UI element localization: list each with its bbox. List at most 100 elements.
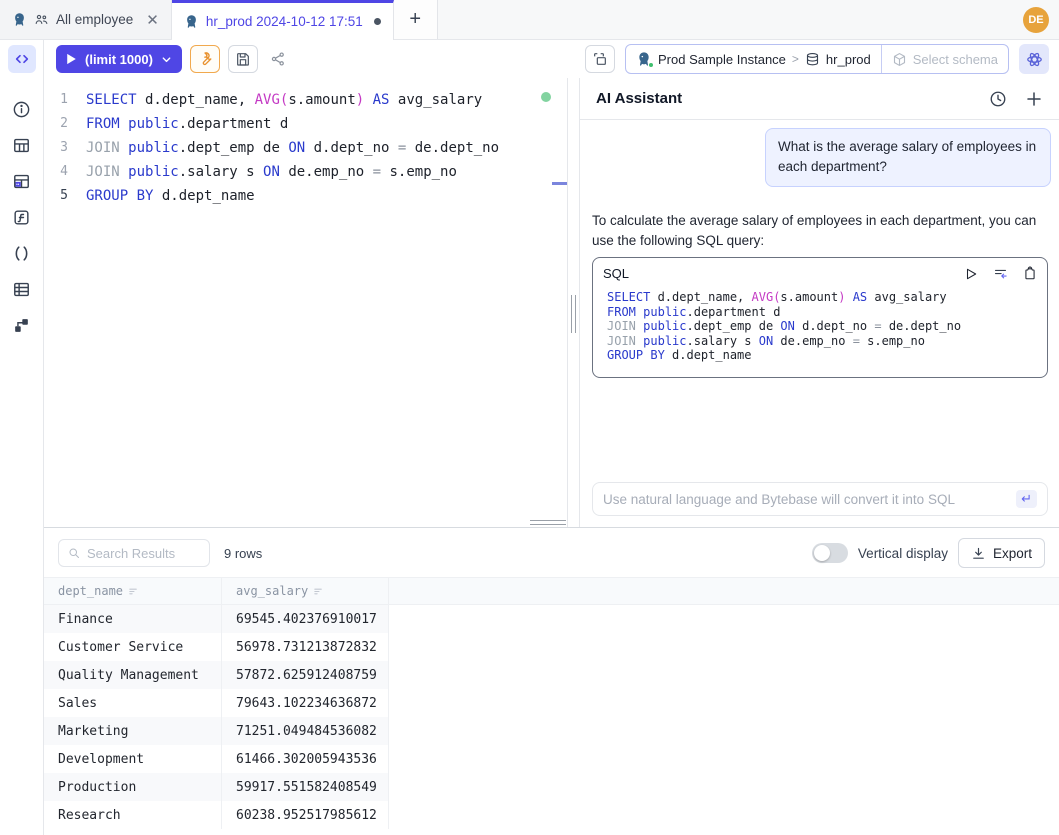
sidebar-item-info[interactable] [4,91,40,127]
format-sql-button[interactable] [190,45,220,73]
new-tab-button[interactable]: + [394,0,438,39]
flow-icon [12,316,31,335]
cell-avg-salary[interactable]: 79643.102234636872 [222,689,389,717]
insert-icon [992,266,1009,281]
tab-bar: All employee ✕ hr_prod 2024-10-12 17:51 … [0,0,1059,40]
export-label: Export [993,546,1032,561]
play-icon [66,53,77,65]
table-body: Finance69545.402376910017Customer Servic… [44,605,1059,829]
table-row[interactable]: Development61466.302005943536 [44,745,1059,773]
horizontal-resize-handle[interactable] [530,520,566,525]
search-icon [68,546,80,560]
select-schema-label: Select schema [913,52,998,67]
table-row[interactable]: Production59917.551582408549 [44,773,1059,801]
tab-all-employee[interactable]: All employee ✕ [0,0,172,39]
sidebar-item-tables[interactable] [4,127,40,163]
share-button[interactable] [266,51,290,67]
unsaved-dot [374,18,381,25]
save-icon [235,51,251,67]
wrench-icon [197,51,213,67]
cell-avg-salary[interactable]: 61466.302005943536 [222,745,389,773]
cell-avg-salary[interactable]: 59917.551582408549 [222,773,389,801]
sidebar-item-functions[interactable] [4,199,40,235]
cell-dept-name[interactable]: Development [44,745,222,773]
share-icon [270,51,286,67]
tab-hr-prod[interactable]: hr_prod 2024-10-12 17:51 [172,0,394,40]
vertical-resize-handle[interactable] [571,295,576,333]
vertical-display-toggle[interactable] [812,543,848,563]
table-row[interactable]: Customer Service56978.731213872832 [44,633,1059,661]
table-view-icon [12,280,31,299]
toggle-knob [814,545,830,561]
close-icon[interactable]: ✕ [146,11,159,29]
column-header-avg-salary[interactable]: avg_salary [222,578,389,604]
avatar[interactable]: DE [1023,7,1049,33]
cell-avg-salary[interactable]: 57872.625912408759 [222,661,389,689]
search-results-box[interactable] [58,539,210,567]
sidebar-item-relationships[interactable] [4,307,40,343]
insert-into-editor-button[interactable] [992,266,1009,281]
column-header-dept-name[interactable]: dept_name [44,578,222,604]
history-button[interactable] [989,90,1007,108]
table-row[interactable]: Finance69545.402376910017 [44,605,1059,633]
postgres-icon [636,51,652,67]
table-row[interactable]: Sales79643.102234636872 [44,689,1059,717]
table-row[interactable]: Quality Management57872.625912408759 [44,661,1059,689]
run-limit-label: (limit 1000) [85,52,153,67]
enter-key-icon[interactable]: ↵ [1016,490,1037,508]
table-icon [12,136,31,155]
cell-avg-salary[interactable]: 71251.049484536082 [222,717,389,745]
run-query-button[interactable]: (limit 1000) [56,45,182,73]
sql-editor[interactable]: 1SELECT d.dept_name, AVG(s.amount) AS av… [44,78,567,527]
cell-dept-name[interactable]: Quality Management [44,661,222,689]
run-sql-button[interactable] [964,267,978,281]
connection-breadcrumb[interactable]: Prod Sample Instance > hr_prod Select sc… [625,44,1009,74]
copy-sql-button[interactable] [1023,266,1037,281]
cell-dept-name[interactable]: Sales [44,689,222,717]
table-row[interactable]: Marketing71251.049484536082 [44,717,1059,745]
connection-icon [592,51,608,67]
new-chat-button[interactable] [1025,90,1043,108]
cell-dept-name[interactable]: Marketing [44,717,222,745]
table-row[interactable]: Research60238.952517985612 [44,801,1059,829]
export-button[interactable]: Export [958,538,1045,568]
editor-toolbar: (limit 1000) [44,40,1059,78]
vertical-display-label: Vertical display [858,546,948,561]
sql-code[interactable]: 1SELECT d.dept_name, AVG(s.amount) AS av… [44,88,567,208]
instance-name: Prod Sample Instance [658,52,786,67]
select-schema-button[interactable]: Select schema [881,45,1008,73]
tab-label: All employee [56,12,133,27]
sql-editor-toggle-button[interactable] [8,45,36,73]
function-icon [12,208,31,227]
sidebar-item-schema-diagram[interactable] [4,163,40,199]
code-language-label: SQL [603,266,629,281]
cell-dept-name[interactable]: Finance [44,605,222,633]
search-results-input[interactable] [87,546,200,561]
schema-diagram-icon [12,172,31,191]
cell-dept-name[interactable]: Research [44,801,222,829]
sidebar-item-views[interactable] [4,271,40,307]
chat-history: What is the average salary of employees … [580,120,1059,482]
ai-prompt-input[interactable] [603,492,1016,507]
cell-dept-name[interactable]: Customer Service [44,633,222,661]
panel-resize-divider[interactable] [567,78,580,527]
tab-bar-spacer [438,0,1059,39]
tab-label: hr_prod 2024-10-12 17:51 [206,14,363,29]
select-connection-button[interactable] [585,45,615,73]
cell-dept-name[interactable]: Production [44,773,222,801]
openai-icon [1025,50,1044,69]
table-header: dept_name avg_salary [44,577,1059,605]
cell-avg-salary[interactable]: 56978.731213872832 [222,633,389,661]
sql-code-block: SQL [592,257,1048,378]
sidebar-item-procedures[interactable] [4,235,40,271]
ai-panel-title: AI Assistant [596,90,682,107]
user-message-bubble: What is the average salary of employees … [765,128,1051,187]
cell-avg-salary[interactable]: 60238.952517985612 [222,801,389,829]
save-button[interactable] [228,45,258,73]
assistant-answer-text: To calculate the average salary of emplo… [592,211,1048,252]
play-outline-icon [964,267,978,281]
ai-assistant-button[interactable] [1019,44,1049,74]
schema-cube-icon [892,52,907,67]
cell-avg-salary[interactable]: 69545.402376910017 [222,605,389,633]
ai-assistant-panel: AI Assistant What is the average salary … [580,78,1059,527]
